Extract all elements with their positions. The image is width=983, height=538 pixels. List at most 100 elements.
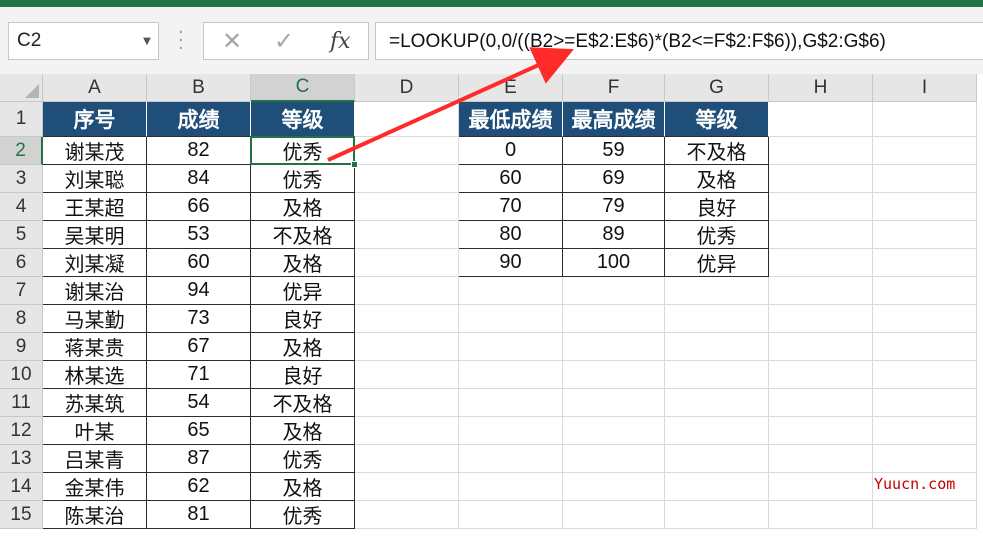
grid-cell[interactable]: [873, 501, 977, 529]
grid-cell[interactable]: [459, 305, 563, 333]
grid-cell[interactable]: [665, 445, 769, 473]
grid-cell[interactable]: [459, 501, 563, 529]
lookup-cell[interactable]: 良好: [665, 193, 769, 221]
table-cell[interactable]: 谢某治: [43, 277, 147, 305]
grid-cell[interactable]: [355, 249, 459, 277]
table-cell[interactable]: 53: [147, 221, 251, 249]
table-cell[interactable]: 84: [147, 165, 251, 193]
table-cell[interactable]: 及格: [251, 249, 355, 277]
table-cell[interactable]: 及格: [251, 193, 355, 221]
table-cell[interactable]: 54: [147, 389, 251, 417]
lookup-cell[interactable]: 79: [563, 193, 665, 221]
grid-cell[interactable]: [355, 137, 459, 165]
grid-cell[interactable]: [355, 221, 459, 249]
table-cell[interactable]: 刘某凝: [43, 249, 147, 277]
table-cell[interactable]: 82: [147, 137, 251, 165]
table-cell[interactable]: 65: [147, 417, 251, 445]
grid-cell[interactable]: [873, 102, 977, 137]
grid-cell[interactable]: [355, 389, 459, 417]
grid-cell[interactable]: [355, 473, 459, 501]
grid-cell[interactable]: [563, 361, 665, 389]
column-header-f[interactable]: F: [563, 74, 665, 102]
table-cell[interactable]: 94: [147, 277, 251, 305]
table-cell[interactable]: 林某选: [43, 361, 147, 389]
row-header-14[interactable]: 14: [0, 473, 43, 501]
grid-cell[interactable]: [769, 361, 873, 389]
column-header-h[interactable]: H: [769, 74, 873, 102]
table-cell[interactable]: 73: [147, 305, 251, 333]
row-header-9[interactable]: 9: [0, 333, 43, 361]
grid-cell[interactable]: [355, 305, 459, 333]
grid-cell[interactable]: [563, 445, 665, 473]
lookup-cell[interactable]: 69: [563, 165, 665, 193]
grid-cell[interactable]: [769, 193, 873, 221]
insert-function-icon[interactable]: fx: [330, 29, 351, 54]
table-cell[interactable]: 不及格: [251, 221, 355, 249]
check-icon[interactable]: ✓: [274, 27, 294, 55]
formula-input[interactable]: =LOOKUP(0,0/((B2>=E$2:E$6)*(B2<=F$2:F$6)…: [375, 22, 983, 60]
grid-cell[interactable]: [769, 165, 873, 193]
worksheet-grid[interactable]: A B C D E F G H I 1 2 3 4 5 6 7 8 9 10 11 12 13 14 15 序号 成绩 等级 谢某茂 8…: [0, 74, 983, 538]
table-header-cell[interactable]: 序号: [43, 102, 147, 137]
drag-handle-icon[interactable]: · · ·: [178, 24, 184, 58]
table-cell[interactable]: 及格: [251, 417, 355, 445]
column-header-a[interactable]: A: [43, 74, 147, 102]
grid-cell[interactable]: [563, 501, 665, 529]
table-cell[interactable]: 62: [147, 473, 251, 501]
table-header-cell[interactable]: 成绩: [147, 102, 251, 137]
select-all-button[interactable]: [0, 74, 43, 102]
grid-cell[interactable]: [769, 473, 873, 501]
row-header-5[interactable]: 5: [0, 221, 43, 249]
grid-cell[interactable]: [355, 361, 459, 389]
row-header-1[interactable]: 1: [0, 102, 43, 137]
lookup-cell[interactable]: 80: [459, 221, 563, 249]
grid-cell[interactable]: [563, 389, 665, 417]
cancel-icon[interactable]: ✕: [222, 27, 242, 55]
table-cell[interactable]: 金某伟: [43, 473, 147, 501]
lookup-cell[interactable]: 及格: [665, 165, 769, 193]
lookup-cell[interactable]: 0: [459, 137, 563, 165]
row-header-10[interactable]: 10: [0, 361, 43, 389]
grid-cell[interactable]: [769, 221, 873, 249]
lookup-cell[interactable]: 不及格: [665, 137, 769, 165]
lookup-cell[interactable]: 89: [563, 221, 665, 249]
name-box[interactable]: C2 ▼: [8, 22, 159, 60]
lookup-cell[interactable]: 70: [459, 193, 563, 221]
grid-cell[interactable]: [873, 277, 977, 305]
grid-cell[interactable]: [665, 417, 769, 445]
grid-cell[interactable]: [355, 277, 459, 305]
table-cell[interactable]: 刘某聪: [43, 165, 147, 193]
lookup-header-cell[interactable]: 最低成绩: [459, 102, 563, 137]
grid-cell[interactable]: [459, 277, 563, 305]
name-box-value[interactable]: C2: [9, 30, 136, 52]
row-header-12[interactable]: 12: [0, 417, 43, 445]
row-header-7[interactable]: 7: [0, 277, 43, 305]
lookup-cell[interactable]: 优异: [665, 249, 769, 277]
grid-cell[interactable]: [665, 277, 769, 305]
column-header-d[interactable]: D: [355, 74, 459, 102]
column-header-e[interactable]: E: [459, 74, 563, 102]
table-cell[interactable]: 谢某茂: [43, 137, 147, 165]
table-cell[interactable]: 优秀: [251, 445, 355, 473]
column-header-b[interactable]: B: [147, 74, 251, 102]
grid-cell[interactable]: [873, 193, 977, 221]
table-cell[interactable]: 蒋某贵: [43, 333, 147, 361]
grid-cell[interactable]: [769, 501, 873, 529]
table-cell[interactable]: 优秀: [251, 165, 355, 193]
grid-cell[interactable]: [873, 221, 977, 249]
table-cell[interactable]: 良好: [251, 305, 355, 333]
lookup-cell[interactable]: 59: [563, 137, 665, 165]
table-cell[interactable]: 及格: [251, 473, 355, 501]
lookup-cell[interactable]: 优秀: [665, 221, 769, 249]
row-header-2[interactable]: 2: [0, 137, 43, 165]
grid-cell[interactable]: [459, 417, 563, 445]
table-cell[interactable]: 87: [147, 445, 251, 473]
fill-handle[interactable]: [351, 161, 358, 168]
table-cell[interactable]: 不及格: [251, 389, 355, 417]
grid-cell[interactable]: [355, 445, 459, 473]
lookup-cell[interactable]: 60: [459, 165, 563, 193]
table-cell[interactable]: 吴某明: [43, 221, 147, 249]
table-cell[interactable]: 优异: [251, 277, 355, 305]
table-cell[interactable]: 陈某治: [43, 501, 147, 529]
grid-cell[interactable]: [665, 361, 769, 389]
